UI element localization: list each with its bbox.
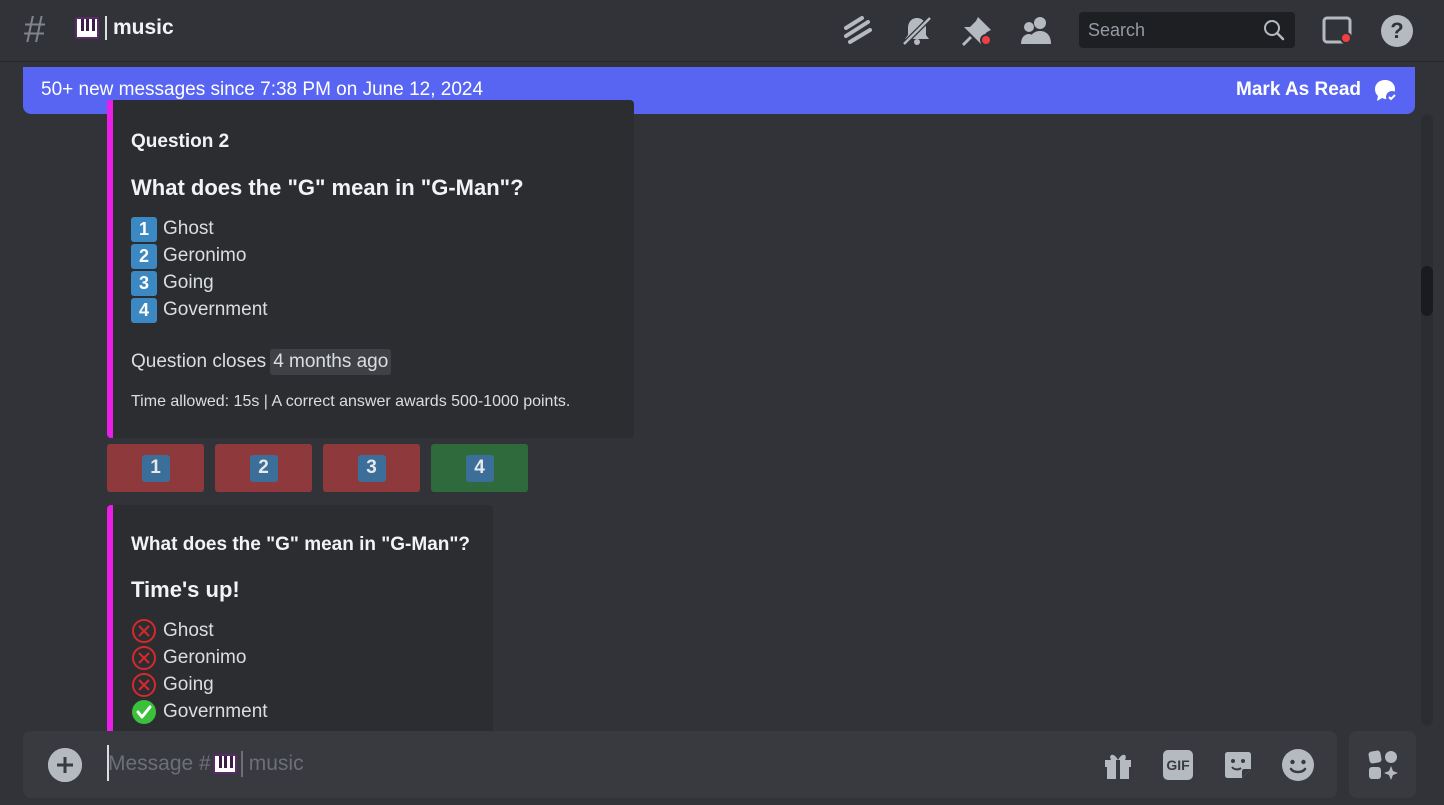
gift-icon[interactable] xyxy=(1100,747,1136,783)
result-label: Going xyxy=(163,674,214,695)
answer-button-3[interactable]: 3 xyxy=(323,444,420,492)
option-row: 4 Government xyxy=(131,297,268,323)
result-label: Ghost xyxy=(163,620,214,641)
option-label: Geronimo xyxy=(163,245,247,266)
keycap-1-icon: 1 xyxy=(131,216,157,242)
keycap-3-icon: 3 xyxy=(357,454,386,482)
search-input[interactable]: Search xyxy=(1079,12,1295,48)
gif-label: GIF xyxy=(1163,750,1193,780)
inbox-icon[interactable] xyxy=(1318,12,1356,50)
pin-notification-dot xyxy=(980,34,992,46)
keycap-4-icon: 4 xyxy=(131,297,157,323)
plus-icon xyxy=(48,748,82,782)
add-attachment-button[interactable] xyxy=(48,748,82,782)
option-label: Going xyxy=(163,272,214,293)
embed-author: What does the "G" mean in "G-Man"? xyxy=(131,534,470,555)
option-label: Ghost xyxy=(163,218,214,239)
cross-circle-icon xyxy=(132,619,156,643)
result-label: Geronimo xyxy=(163,647,247,668)
result-label: Government xyxy=(163,701,268,722)
channel-title: music xyxy=(75,16,174,40)
message-composer[interactable]: Message # music GIF xyxy=(23,731,1337,798)
result-embed: What does the "G" mean in "G-Man"? Time'… xyxy=(107,505,493,735)
text-cursor xyxy=(105,16,107,40)
closes-timestamp[interactable]: 4 months ago xyxy=(270,349,392,375)
embed-author: Question 2 xyxy=(131,131,230,152)
option-row: 1 Ghost xyxy=(131,216,214,242)
keycap-2-icon: 2 xyxy=(131,243,157,269)
answer-button-1[interactable]: 1 xyxy=(107,444,204,492)
answer-button-4[interactable]: 4 xyxy=(431,444,528,492)
piano-emoji-icon xyxy=(75,17,99,39)
result-row: Ghost xyxy=(131,618,214,644)
keycap-2-icon: 2 xyxy=(249,454,278,482)
channel-header: # music Search ? xyxy=(0,0,1444,62)
result-row: Government xyxy=(131,699,268,725)
check-circle-icon xyxy=(132,700,156,724)
message-input[interactable]: Message # music xyxy=(108,751,304,777)
result-row: Geronimo xyxy=(131,645,246,671)
apps-icon xyxy=(1368,750,1398,780)
threads-icon[interactable] xyxy=(838,12,876,50)
search-placeholder: Search xyxy=(1088,20,1146,40)
pin-icon[interactable] xyxy=(958,12,996,50)
option-row: 3 Going xyxy=(131,270,214,296)
scrollbar-track[interactable] xyxy=(1421,114,1433,726)
closes-label: Question closes xyxy=(131,351,267,372)
text-cursor xyxy=(240,751,243,777)
search-icon xyxy=(1264,20,1285,41)
inbox-notification-dot xyxy=(1340,32,1352,44)
cross-circle-icon xyxy=(132,673,156,697)
mute-bell-icon[interactable] xyxy=(898,12,936,50)
sticker-icon[interactable] xyxy=(1220,747,1256,783)
keycap-1-icon: 1 xyxy=(141,454,170,482)
question-embed: Question 2 What does the "G" mean in "G-… xyxy=(107,100,634,438)
question-closes: Question closes 4 months ago xyxy=(131,349,392,375)
embed-footer: Time allowed: 15s | A correct answer awa… xyxy=(131,393,571,410)
members-icon[interactable] xyxy=(1018,12,1056,50)
mark-as-read-button[interactable]: Mark As Read xyxy=(1236,79,1361,101)
cross-circle-icon xyxy=(132,646,156,670)
channel-name: music xyxy=(113,16,174,39)
result-row: Going xyxy=(131,672,214,698)
keycap-3-icon: 3 xyxy=(131,270,157,296)
mark-read-icon[interactable] xyxy=(1371,77,1399,105)
embed-title: What does the "G" mean in "G-Man"? xyxy=(131,175,524,200)
gif-button[interactable]: GIF xyxy=(1160,747,1196,783)
scrollbar-thumb[interactable] xyxy=(1421,266,1433,316)
svg-text:?: ? xyxy=(1390,18,1403,43)
option-row: 2 Geronimo xyxy=(131,243,246,269)
piano-emoji-icon xyxy=(212,754,237,774)
option-label: Government xyxy=(163,299,268,320)
help-icon[interactable]: ? xyxy=(1378,12,1416,50)
emoji-icon[interactable] xyxy=(1280,747,1316,783)
embed-title: Time's up! xyxy=(131,577,240,602)
answer-button-2[interactable]: 2 xyxy=(215,444,312,492)
placeholder-channel: music xyxy=(248,752,304,775)
new-messages-text: 50+ new messages since 7:38 PM on June 1… xyxy=(41,79,484,100)
placeholder-prefix: Message # xyxy=(108,752,211,775)
keycap-4-icon: 4 xyxy=(465,454,494,482)
apps-button[interactable] xyxy=(1349,731,1416,798)
channel-hash-icon: # xyxy=(24,9,46,51)
